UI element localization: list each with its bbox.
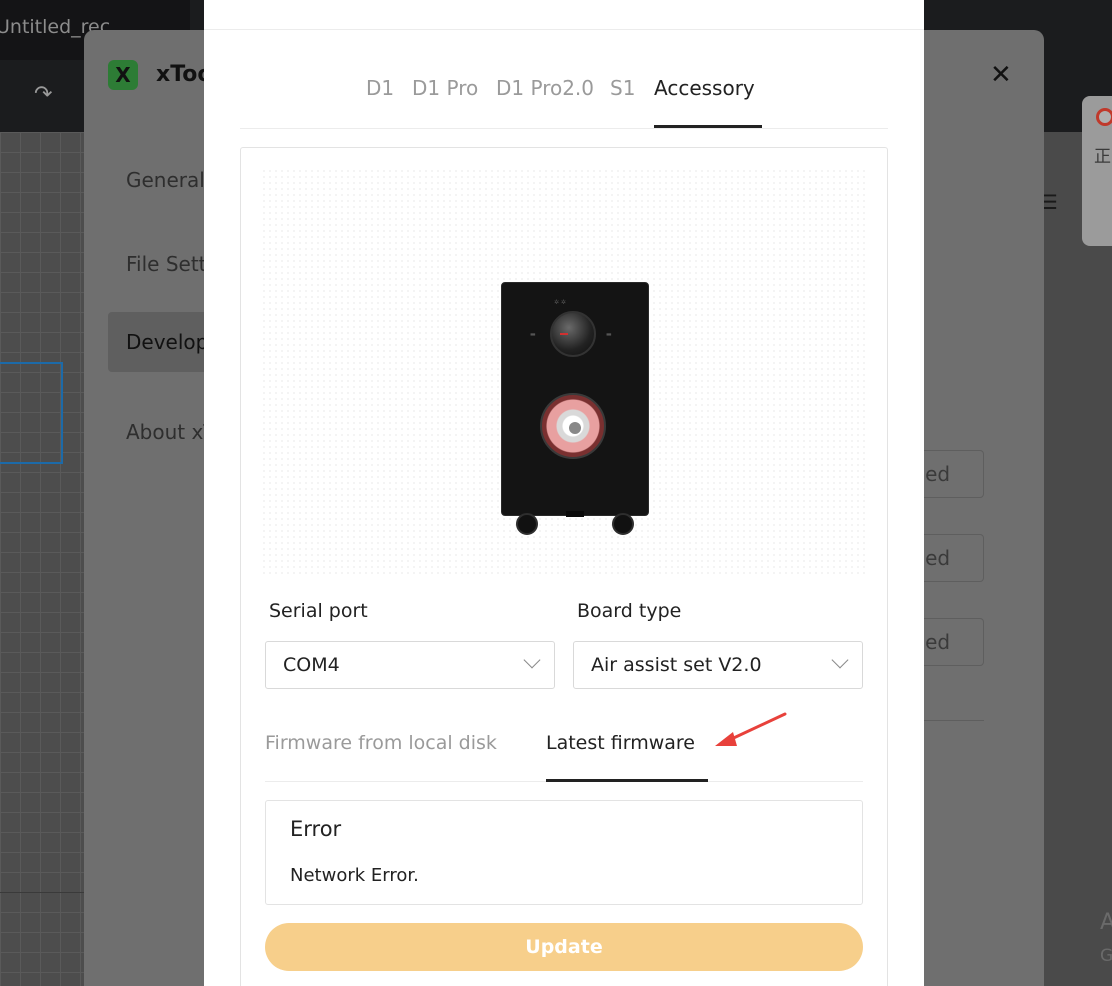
air-assist-device-image: ✲ ✲ ▬ ▬ [501, 282, 649, 535]
redo-icon[interactable]: ↷ [34, 82, 52, 107]
canvas-guide [0, 892, 84, 893]
tab-d1-pro[interactable]: D1 Pro [412, 76, 478, 100]
tab-d1-pro2[interactable]: D1 Pro2.0 [496, 76, 594, 100]
xtool-logo-icon: X [108, 60, 138, 90]
device-knob [550, 311, 596, 357]
device-fan-icon: ✲ ✲ [554, 299, 566, 306]
right-panel [1044, 132, 1112, 986]
toast-text: 正 [1094, 147, 1111, 167]
tab-d1[interactable]: D1 [366, 76, 394, 100]
serial-port-select[interactable]: COM4 [265, 641, 555, 689]
board-type-value: Air assist set V2.0 [591, 654, 762, 676]
record-icon [1096, 108, 1112, 126]
canvas-grid [0, 132, 84, 986]
tab-s1[interactable]: S1 [610, 76, 635, 100]
board-type-select[interactable]: Air assist set V2.0 [573, 641, 863, 689]
serial-port-label: Serial port [269, 600, 368, 622]
error-title: Error [290, 817, 342, 841]
canvas-selection [0, 362, 63, 464]
device-image-area: ✲ ✲ ▬ ▬ [261, 168, 867, 578]
annotation-arrow-icon [715, 712, 787, 746]
installed-button[interactable]: lled [914, 450, 984, 498]
chevron-down-icon [523, 651, 541, 669]
firmware-update-modal: D1 D1 Pro D1 Pro2.0 S1 Accessory ✲ ✲ ▬ ▬… [204, 0, 924, 986]
device-tabs: D1 D1 Pro D1 Pro2.0 S1 Accessory [240, 68, 888, 129]
chevron-down-icon [831, 651, 849, 669]
device-port [566, 511, 584, 517]
tab-accessory[interactable]: Accessory [654, 76, 755, 100]
tab-local-firmware[interactable]: Firmware from local disk [265, 732, 497, 754]
device-mark-icon: ▬ [606, 331, 612, 338]
installed-button[interactable]: lled [914, 618, 984, 666]
watermark-line-1: A [1100, 910, 1112, 935]
accessory-card: ✲ ✲ ▬ ▬ Serial port COM4 Board type Air … [240, 147, 888, 986]
divider [914, 720, 984, 721]
installed-button[interactable]: lled [914, 534, 984, 582]
active-source-tab-indicator [546, 779, 708, 782]
watermark-line-2: G [1100, 946, 1112, 966]
device-mark-icon: ▬ [530, 331, 536, 338]
update-button[interactable]: Update [265, 923, 863, 971]
board-type-label: Board type [577, 600, 682, 622]
device-foot [612, 513, 634, 535]
error-message: Network Error. [290, 865, 419, 886]
modal-header-divider [204, 29, 924, 30]
active-tab-indicator [654, 125, 762, 128]
tab-latest-firmware[interactable]: Latest firmware [546, 732, 695, 754]
close-icon[interactable]: ✕ [990, 60, 1012, 90]
device-nozzle [540, 393, 606, 459]
error-panel: Error Network Error. [265, 800, 863, 905]
device-foot [516, 513, 538, 535]
serial-port-value: COM4 [283, 654, 340, 676]
